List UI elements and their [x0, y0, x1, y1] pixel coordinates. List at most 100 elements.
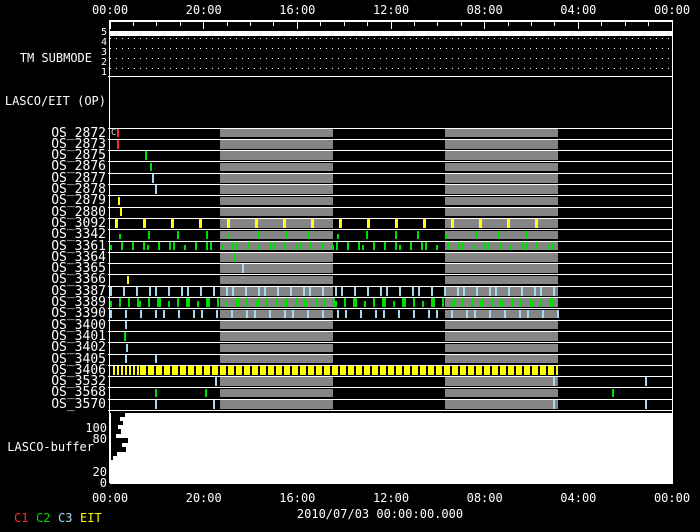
event-mark-c3 [309, 287, 311, 296]
event-mark-c3 [123, 287, 125, 296]
event-mark-c2 [384, 298, 386, 307]
event-mark-c3 [264, 287, 266, 296]
tm-submode-dotted-line [110, 68, 672, 69]
event-mark-c2 [228, 233, 230, 239]
time-tick [179, 22, 181, 26]
event-mark-c2 [226, 301, 228, 307]
event-mark-c2 [499, 241, 501, 251]
event-mark-c2 [124, 332, 126, 341]
event-mark-c3 [431, 287, 433, 296]
event-mark-c3 [398, 309, 400, 319]
event-mark-c3 [246, 309, 248, 319]
event-mark-c3 [187, 287, 189, 296]
event-mark-c2 [197, 301, 199, 307]
event-mark-c2 [413, 298, 415, 307]
tm-submode-level-label: 1 [100, 67, 107, 78]
time-tick [132, 22, 134, 26]
event-mark-c2 [547, 244, 549, 251]
shaded-band-segment [445, 185, 558, 194]
event-mark-c2 [422, 301, 424, 307]
event-mark-c2 [210, 241, 212, 251]
event-mark-eit [143, 219, 146, 228]
event-mark-c2 [295, 298, 297, 307]
event-mark-c3 [322, 309, 324, 319]
event-mark-c3 [504, 309, 506, 319]
event-mark-c2 [315, 298, 317, 307]
legend-c2: C2 [36, 511, 51, 525]
event-mark-c2 [306, 301, 308, 307]
shaded-band-segment [445, 264, 558, 273]
time-tick [109, 22, 111, 29]
event-mark-eit [423, 219, 426, 228]
event-mark-c3 [418, 287, 420, 296]
shaded-band-segment [220, 253, 333, 262]
event-mark-c2 [308, 230, 310, 239]
event-mark-c2 [395, 230, 397, 239]
event-mark-c2 [358, 241, 360, 251]
event-mark-c2 [147, 244, 149, 251]
tm-submode-level-label: 4 [100, 37, 107, 48]
event-mark-c2 [273, 241, 275, 251]
event-mark-c2 [121, 241, 123, 251]
event-mark-c3 [213, 400, 215, 409]
event-mark-c3 [463, 287, 465, 296]
shaded-band-segment [220, 309, 333, 319]
event-mark-c2 [442, 298, 444, 307]
event-mark-c2 [531, 301, 533, 307]
event-mark-c2 [453, 298, 455, 307]
time-tick [601, 22, 603, 26]
row-border-line [108, 229, 673, 231]
event-mark-c3 [284, 309, 286, 319]
event-mark-c2 [232, 241, 234, 251]
event-mark-c3 [149, 287, 151, 296]
row-annotation: C [111, 127, 117, 138]
time-tick [437, 22, 439, 26]
event-mark-c3 [489, 287, 491, 296]
event-mark-c2 [337, 233, 339, 239]
time-label-bottom: 12:00 [372, 491, 410, 505]
row-border-line [108, 387, 673, 389]
event-mark-c2 [299, 241, 301, 251]
shaded-band-segment [220, 332, 333, 341]
row-border-line [108, 330, 673, 332]
row-border-line [108, 217, 673, 219]
top-axis-line [110, 20, 673, 22]
shaded-band-segment [220, 219, 333, 228]
event-mark-c3 [213, 287, 215, 296]
event-mark-c3 [125, 320, 127, 330]
event-mark-c2 [540, 298, 542, 307]
event-mark-c3 [476, 287, 478, 296]
event-mark-c3 [303, 287, 305, 296]
event-mark-c2 [484, 241, 486, 251]
event-mark-c2 [551, 298, 553, 307]
event-mark-c3 [322, 287, 324, 296]
shaded-band-segment [220, 377, 333, 386]
event-mark-c2 [188, 298, 190, 307]
shaded-band-segment [220, 174, 333, 183]
shaded-band-segment [220, 196, 333, 206]
event-mark-c2 [233, 253, 235, 262]
event-mark-c3 [380, 287, 382, 296]
event-mark-c2 [436, 244, 438, 251]
event-mark-c2 [536, 241, 538, 251]
shaded-band-segment [445, 207, 558, 217]
event-mark-c2 [195, 241, 197, 251]
tm-submode-active-bar [110, 31, 672, 36]
shaded-band-segment [220, 162, 333, 172]
tm-submode-dotted-line [110, 48, 672, 49]
event-band-eit [113, 366, 140, 375]
row-border-line [108, 410, 673, 411]
row-border-line [108, 376, 673, 378]
legend-eit: EIT [80, 511, 102, 525]
event-mark-c2 [482, 298, 484, 307]
event-mark-eit [118, 196, 120, 206]
event-mark-c3 [337, 309, 339, 319]
event-mark-c2 [510, 244, 512, 251]
row-border-line [108, 172, 673, 174]
time-label-top: 08:00 [466, 3, 503, 17]
event-mark-c2 [132, 241, 134, 251]
event-mark-c3 [292, 309, 294, 319]
event-mark-c2 [145, 151, 147, 160]
event-mark-c3 [495, 287, 497, 296]
event-mark-c3 [645, 377, 647, 386]
